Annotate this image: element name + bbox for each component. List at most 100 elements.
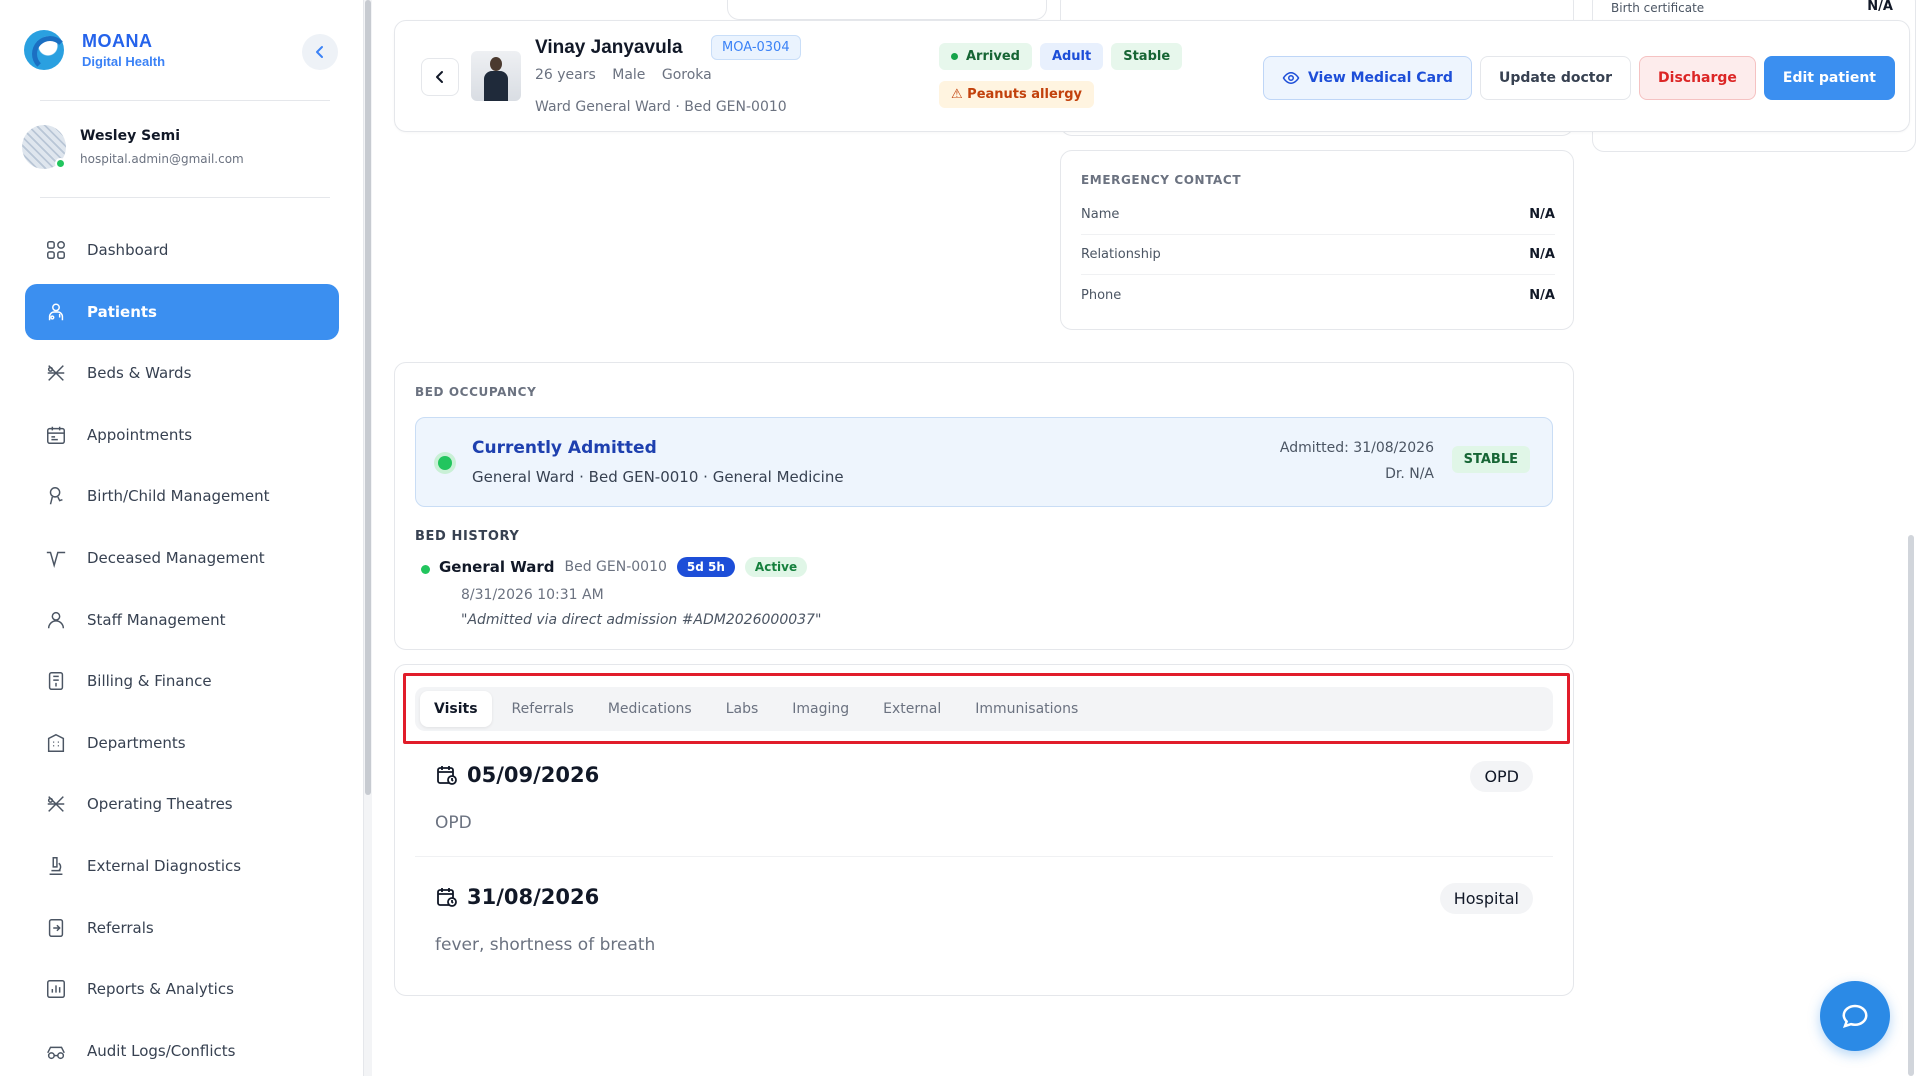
app-root: MOANA Digital Health Wesley Semi hospita…	[0, 0, 1916, 1076]
microscope-icon	[49, 856, 63, 875]
records-card: Visits Referrals Medications Labs Imagin…	[394, 664, 1574, 996]
sidebar-item-birth-child[interactable]: Birth/Child Management	[25, 468, 339, 524]
bed-occupancy-title: BED OCCUPANCY	[415, 385, 537, 399]
sidebar-item-label: Patients	[87, 302, 157, 321]
brand-name: MOANA	[82, 31, 153, 51]
current-admission-box: Currently Admitted General Ward · Bed GE…	[415, 417, 1553, 507]
divider	[40, 100, 330, 101]
view-medical-card-button[interactable]: View Medical Card	[1262, 56, 1472, 100]
field-value: N/A	[1529, 287, 1555, 303]
patient-demographics: 26 years Male Goroka	[535, 67, 724, 83]
sidebar-item-operating-theatres[interactable]: Operating Theatres	[25, 776, 339, 832]
history-ward: General Ward	[439, 558, 555, 576]
admission-doctor: Dr. N/A	[1385, 466, 1434, 482]
patient-sex: Male	[612, 67, 646, 83]
bed-history-title: BED HISTORY	[415, 529, 520, 544]
sidebar-item-audit-logs[interactable]: Audit Logs/Conflicts	[25, 1023, 339, 1076]
patient-header: Vinay Janyavula MOA-0304 26 years Male G…	[394, 20, 1910, 132]
collapse-sidebar-button[interactable]	[302, 34, 338, 70]
sidebar-nav: Dashboard Patients Beds & Wards Appointm…	[25, 222, 339, 1076]
chevron-left-icon	[316, 46, 323, 58]
theatre-icon	[47, 796, 65, 813]
history-bed: Bed GEN-0010	[564, 559, 667, 575]
sidebar-item-label: Audit Logs/Conflicts	[87, 1041, 236, 1060]
sidebar-item-billing[interactable]: Billing & Finance	[25, 653, 339, 709]
sidebar-item-beds-wards[interactable]: Beds & Wards	[25, 345, 339, 401]
sidebar-item-departments[interactable]: Departments	[25, 715, 339, 771]
update-doctor-button[interactable]: Update doctor	[1479, 56, 1632, 100]
emergency-contact-title: EMERGENCY CONTACT	[1081, 173, 1242, 187]
chat-button[interactable]	[1820, 981, 1890, 1051]
page-scrollbar-thumb[interactable]	[1908, 535, 1914, 1076]
sidebar-item-label: Staff Management	[87, 610, 226, 629]
field-label: Name	[1081, 207, 1120, 222]
patient-id-badge: MOA-0304	[711, 35, 801, 60]
bed-icon	[47, 365, 65, 382]
moana-logo-icon	[24, 30, 68, 72]
birth-certificate-label: Birth certificate	[1611, 1, 1705, 15]
admission-title: Currently Admitted	[472, 438, 657, 458]
sidebar-item-deceased[interactable]: Deceased Management	[25, 530, 339, 586]
sidebar-item-label: Operating Theatres	[87, 795, 233, 814]
sidebar-scrollbar-thumb[interactable]	[365, 0, 371, 795]
patient-ward-bed: Ward General Ward · Bed GEN-0010	[535, 99, 787, 115]
grid-icon	[47, 241, 65, 259]
visit-date: 05/09/2026	[467, 763, 600, 787]
field-label: Phone	[1081, 287, 1122, 303]
emergency-phone-row: Phone N/A	[1081, 275, 1555, 315]
admission-date: Admitted: 31/08/2026	[1279, 440, 1434, 456]
back-button[interactable]	[421, 58, 459, 96]
arrived-badge: Arrived	[939, 43, 1032, 70]
calendar-clock-icon	[437, 888, 457, 907]
stable-badge: Stable	[1111, 43, 1183, 70]
edit-patient-button[interactable]: Edit patient	[1763, 56, 1895, 100]
sidebar-item-label: Birth/Child Management	[87, 487, 270, 506]
visit-item[interactable]: 05/09/2026 OPD OPD	[415, 745, 1553, 857]
admission-detail: General Ward · Bed GEN-0010 · General Me…	[472, 468, 844, 486]
sidebar-item-label: Appointments	[87, 425, 193, 444]
sidebar-item-label: Referrals	[87, 918, 154, 937]
patient-photo	[471, 51, 521, 101]
chevron-left-icon	[436, 71, 443, 83]
user-name: Wesley Semi	[80, 128, 181, 144]
sidebar-item-appointments[interactable]: Appointments	[25, 407, 339, 463]
visit-item[interactable]: 31/08/2026 Hospital fever, shortness of …	[415, 867, 1553, 979]
history-active-badge: Active	[744, 557, 808, 577]
baby-icon	[49, 487, 63, 505]
visit-type-badge: Hospital	[1439, 883, 1533, 914]
brand-subtitle: Digital Health	[82, 54, 166, 69]
departments-icon	[47, 733, 65, 752]
bed-history-entry: General Ward Bed GEN-0010 5d 5h Active	[439, 557, 808, 577]
audit-icon	[47, 1046, 65, 1059]
birth-certificate-value: N/A	[1867, 0, 1893, 14]
eye-icon	[1282, 71, 1300, 85]
user-profile[interactable]: Wesley Semi hospital.admin@gmail.com	[22, 125, 244, 169]
sidebar-item-reports[interactable]: Reports & Analytics	[25, 961, 339, 1017]
tabbar-highlight-box	[403, 673, 1570, 744]
main-content: Birth certificate N/A Vinay Janyavula MO…	[372, 0, 1916, 1076]
admission-status-dot	[438, 456, 452, 470]
reports-icon	[47, 980, 65, 999]
sidebar-item-referrals[interactable]: Referrals	[25, 900, 339, 956]
patient-location: Goroka	[661, 67, 712, 83]
chat-bubble-icon	[1842, 1004, 1868, 1028]
patients-icon	[48, 303, 64, 320]
visit-reason: fever, shortness of breath	[435, 935, 656, 955]
history-note: "Admitted via direct admission #ADM20260…	[461, 612, 822, 628]
discharge-button[interactable]: Discharge	[1639, 56, 1756, 100]
view-medical-card-label: View Medical Card	[1307, 70, 1453, 86]
sidebar-item-external-diagnostics[interactable]: External Diagnostics	[25, 838, 339, 894]
field-value: N/A	[1529, 207, 1555, 222]
calendar-icon	[47, 426, 65, 444]
emergency-relationship-row: Relationship N/A	[1081, 235, 1555, 275]
billing-icon	[48, 672, 64, 691]
history-duration-badge: 5d 5h	[676, 557, 735, 577]
patient-age: 26 years	[535, 67, 596, 83]
info-card-fragment	[727, 0, 1047, 20]
sidebar-item-staff[interactable]: Staff Management	[25, 592, 339, 648]
sidebar-item-patients[interactable]: Patients	[25, 283, 339, 340]
bed-occupancy-card: BED OCCUPANCY Currently Admitted General…	[394, 362, 1574, 650]
avatar	[22, 125, 66, 169]
sidebar-item-dashboard[interactable]: Dashboard	[25, 222, 339, 278]
brand[interactable]: MOANA Digital Health	[24, 30, 166, 72]
